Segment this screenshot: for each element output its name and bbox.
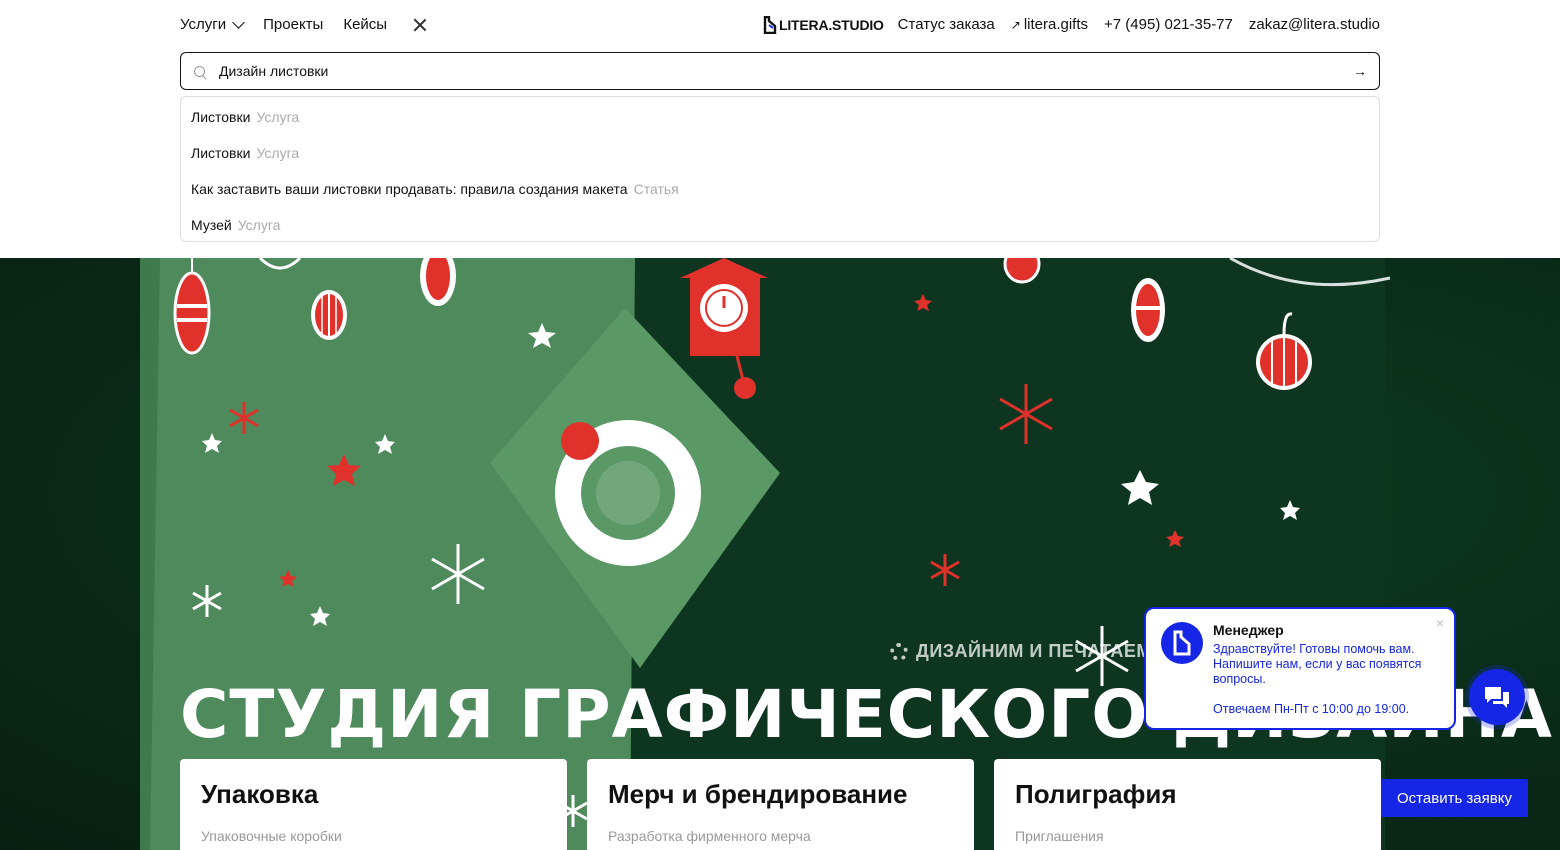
logo-mark-icon	[763, 16, 777, 34]
leave-request-button[interactable]: Оставить заявку	[1381, 779, 1528, 817]
phone-link[interactable]: +7 (495) 021-35-77	[1104, 16, 1233, 33]
nav-services-label: Услуги	[180, 16, 227, 33]
search-suggestions: Листовки Услуга Листовки Услуга Как заст…	[180, 96, 1380, 242]
chat-popup[interactable]: Менеджер Здравствуйте! Готовы помочь вам…	[1144, 607, 1456, 730]
suggestion-title: Листовки	[191, 109, 251, 125]
contacts-nav: Статус заказа ↗ litera.gifts +7 (495) 021…	[898, 16, 1380, 33]
gifts-link[interactable]: ↗ litera.gifts	[1011, 16, 1088, 33]
suggestion-title: Листовки	[191, 145, 251, 161]
service-card-merch[interactable]: Мерч и брендирование Разработка фирменно…	[587, 759, 974, 850]
suggestion-type: Услуга	[237, 217, 281, 233]
arrow-up-right-icon: ↗	[1010, 18, 1021, 32]
search-bar: →	[180, 52, 1380, 90]
logo[interactable]: LITERA.STUDIO	[763, 16, 884, 34]
email-link[interactable]: zakaz@litera.studio	[1249, 16, 1380, 33]
suggestion-type: Услуга	[256, 145, 300, 161]
site-header: Услуги Проекты Кейсы LITERA.STUDIO Стату…	[0, 0, 1560, 258]
card-subtitle[interactable]: Приглашения	[1015, 828, 1360, 844]
service-card-packaging[interactable]: Упаковка Упаковочные коробки	[180, 759, 567, 850]
suggestion-type: Услуга	[256, 109, 300, 125]
gear-icon	[890, 642, 908, 661]
chat-hours: Отвечаем Пн-Пт с 10:00 до 19:00.	[1213, 702, 1410, 716]
card-subtitle[interactable]: Упаковочные коробки	[201, 828, 546, 844]
chevron-down-icon	[232, 15, 246, 29]
arrow-right-icon[interactable]: →	[1353, 63, 1367, 79]
suggestion-item[interactable]: Листовки Услуга	[181, 135, 1379, 171]
suggestion-item[interactable]: Листовки Услуга	[181, 99, 1379, 135]
suggestion-item[interactable]: Как заставить ваши листовки продавать: п…	[181, 171, 1379, 207]
suggestion-item[interactable]: Музей Услуга	[181, 207, 1379, 243]
close-icon[interactable]: ×	[1436, 615, 1444, 631]
main-nav: Услуги Проекты Кейсы	[180, 15, 427, 33]
hero-tagline: ДИЗАЙНИМ И ПЕЧАТАЕМ Н	[890, 641, 1171, 662]
logo-text: LITERA.STUDIO	[779, 17, 884, 33]
card-subtitle[interactable]: Разработка фирменного мерча	[608, 828, 953, 844]
logo-mark-icon	[1173, 630, 1191, 656]
chat-open-button[interactable]	[1469, 669, 1525, 725]
gifts-link-label: litera.gifts	[1023, 16, 1089, 33]
suggestion-title: Как заставить ваши листовки продавать: п…	[191, 181, 628, 197]
nav-cases[interactable]: Кейсы	[343, 16, 387, 33]
search-icon	[194, 66, 205, 77]
hero-tagline-text: ДИЗАЙНИМ И ПЕЧАТАЕМ Н	[916, 641, 1171, 661]
suggestion-title: Музей	[191, 217, 232, 233]
card-title: Упаковка	[201, 779, 319, 809]
chat-bubble-icon	[1485, 687, 1509, 708]
chat-sender-name: Менеджер	[1213, 622, 1284, 638]
service-card-printing[interactable]: Полиграфия Приглашения	[994, 759, 1381, 850]
chat-message: Здравствуйте! Готовы помочь вам. Напишит…	[1213, 642, 1422, 686]
close-search-icon[interactable]	[413, 18, 427, 32]
card-title: Мерч и брендирование	[608, 779, 908, 809]
card-title: Полиграфия	[1015, 779, 1177, 809]
suggestion-type: Статья	[633, 181, 679, 197]
order-status-link[interactable]: Статус заказа	[898, 16, 995, 33]
service-cards: Упаковка Упаковочные коробки Мерч и брен…	[180, 759, 1381, 850]
nav-services[interactable]: Услуги	[180, 15, 246, 33]
nav-projects[interactable]: Проекты	[263, 16, 323, 33]
avatar	[1161, 622, 1203, 664]
search-input[interactable]	[219, 63, 1319, 79]
